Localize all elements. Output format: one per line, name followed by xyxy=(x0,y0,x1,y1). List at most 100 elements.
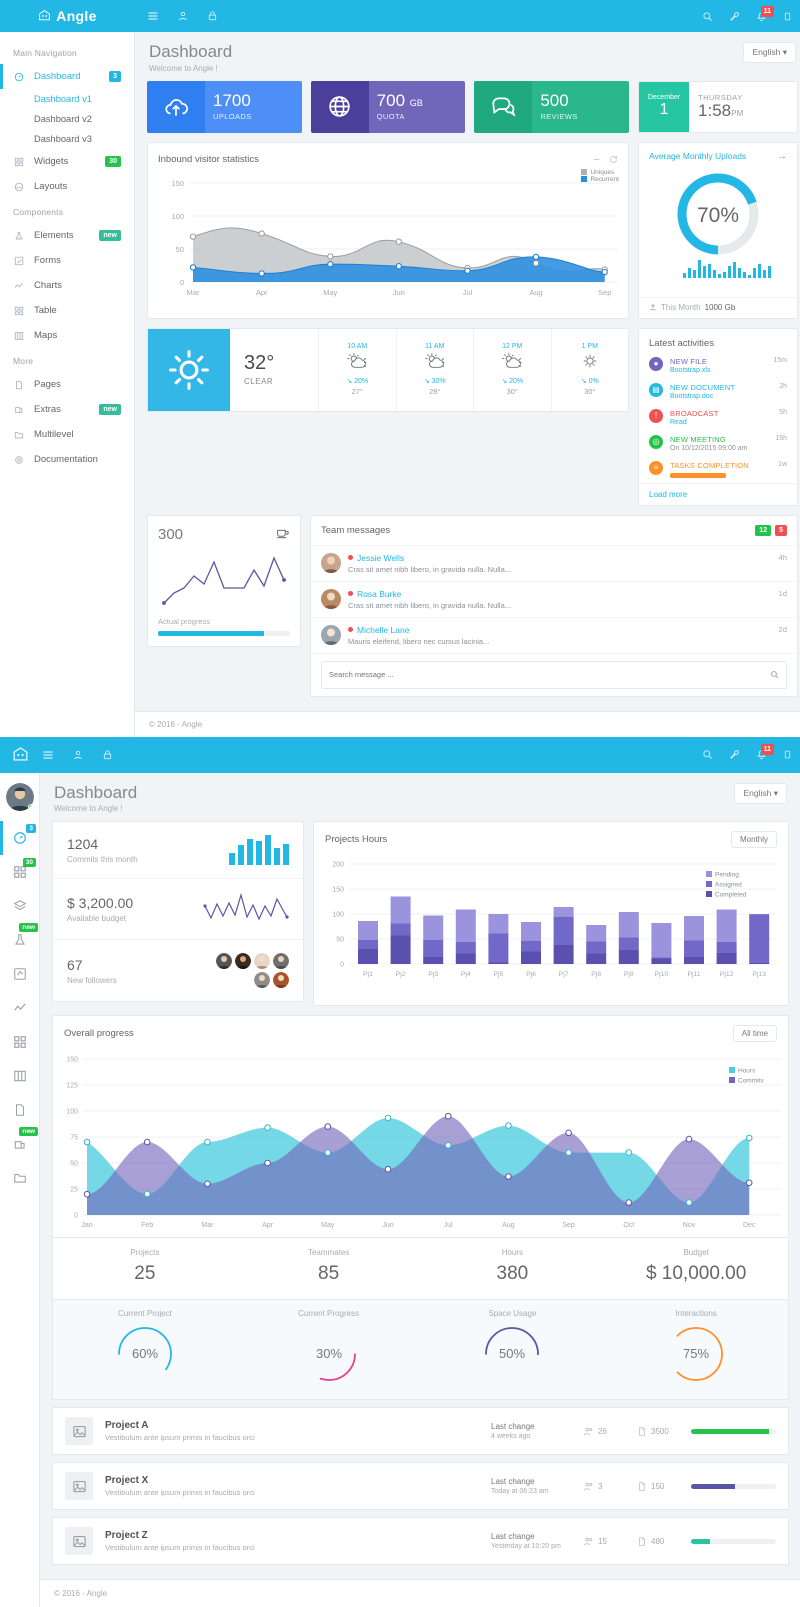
refresh-icon[interactable] xyxy=(609,151,618,169)
brand-logo-2[interactable] xyxy=(0,746,40,764)
sidebar-item-maps[interactable]: Maps xyxy=(0,323,134,348)
sidebar-item-dashboard-v3[interactable]: Dashboard v3 xyxy=(0,129,134,149)
search-icon[interactable] xyxy=(770,666,779,684)
fullscreen-icon[interactable] xyxy=(783,749,792,760)
aside-item-extras[interactable]: new xyxy=(0,1126,39,1161)
aside-item-forms[interactable] xyxy=(0,957,39,991)
sidebar-item-forms[interactable]: Forms xyxy=(0,248,134,273)
svg-text:Oct: Oct xyxy=(623,1222,634,1229)
bell-icon[interactable]: 11 xyxy=(756,744,774,760)
activity-item[interactable]: ≡ TASKS COMPLETION 1w xyxy=(639,457,797,483)
actual-progress-chart xyxy=(162,555,286,605)
hamburger-icon[interactable] xyxy=(42,749,54,761)
collapse-icon[interactable] xyxy=(592,151,601,169)
project-row[interactable]: Project A Vestibulum ante ipsum primis i… xyxy=(52,1407,789,1456)
sidebar-item-label: Extras xyxy=(34,404,61,415)
online-indicator xyxy=(27,803,34,810)
project-name: Project Z xyxy=(105,1530,148,1542)
project-row[interactable]: Project Z Vestibulum ante ipsum primis i… xyxy=(52,1517,789,1566)
sidebar-badge: 3 xyxy=(109,71,121,82)
clock-icon: ◎ xyxy=(649,434,663,449)
message-item[interactable]: Rosa Burke Cras sit amet nibh libero, in… xyxy=(311,580,797,617)
sidebar-item-charts[interactable]: Charts xyxy=(0,273,134,298)
sidebar-item-elements[interactable]: Elements new xyxy=(0,223,134,248)
fullscreen-icon[interactable] xyxy=(783,11,792,22)
svg-text:Pending: Pending xyxy=(715,872,739,879)
aside-item-pages[interactable] xyxy=(0,1093,39,1127)
page-header: Dashboard Welcome to Angle ! English ▾ xyxy=(135,32,800,81)
project-progress-bar xyxy=(691,1483,776,1489)
activity-item[interactable]: ▤ NEW DOCUMENT Bootstrap.doc 2h xyxy=(639,379,797,405)
image-placeholder-icon xyxy=(65,1472,93,1501)
forms-icon xyxy=(13,967,26,980)
stat-tile-reviews[interactable]: 500 REVIEWS xyxy=(474,80,630,133)
brand-logo[interactable]: Angle xyxy=(0,8,135,24)
load-more-link[interactable]: Load more xyxy=(639,482,797,505)
kpi-commits: 1204 Commits this month xyxy=(53,822,303,880)
stat-budget: Budget $ 10,000.00 xyxy=(645,1248,747,1285)
user-icon[interactable] xyxy=(72,749,84,761)
wrench-icon[interactable] xyxy=(729,11,740,22)
globe-icon xyxy=(310,80,369,133)
page-header-2: Dashboard Welcome to Angle ! English ▾ xyxy=(40,773,800,822)
sidebar-item-dashboard-v2[interactable]: Dashboard v2 xyxy=(0,109,134,129)
message-item[interactable]: Jessie Wells Cras sit amet nibh libero, … xyxy=(311,544,797,581)
svg-text:Pj8: Pj8 xyxy=(591,971,601,978)
stat-hours: Hours 380 xyxy=(496,1248,529,1285)
project-row[interactable]: Project X Vestibulum ante ipsum primis i… xyxy=(52,1462,789,1511)
search-icon[interactable] xyxy=(702,11,713,22)
svg-text:Pj7: Pj7 xyxy=(559,971,569,978)
hamburger-icon[interactable] xyxy=(147,10,159,22)
lock-icon[interactable] xyxy=(207,10,218,22)
aside-item-widgets[interactable]: 30 xyxy=(0,855,39,889)
weather-widget: 32° CLEAR 10 AM ↘ 20% 27° 11 AM ↘ 30% 28… xyxy=(147,327,629,412)
people-icon xyxy=(584,1537,593,1545)
overall-progress-panel: Overall progress All time 150 125 100 75 5 xyxy=(52,1015,789,1239)
activity-item[interactable]: ◎ NEW MEETING On 10/12/2015 09:00 am 15h xyxy=(639,431,797,457)
search-icon[interactable] xyxy=(702,749,713,760)
bell-icon[interactable]: 11 xyxy=(756,5,774,22)
wrench-icon[interactable] xyxy=(729,749,740,760)
svg-text:Pj6: Pj6 xyxy=(526,971,536,978)
sidebar-item-multilevel[interactable]: Multilevel xyxy=(0,422,134,447)
sidebar-item-layouts[interactable]: Layouts xyxy=(0,174,134,199)
stat-tile-quota[interactable]: 700 GB QUOTA xyxy=(310,80,466,133)
all-time-filter-button[interactable]: All time xyxy=(732,1025,777,1043)
svg-text:70%: 70% xyxy=(697,204,739,227)
sidebar-item-dashboard-v1[interactable]: Dashboard v1 xyxy=(0,89,134,109)
aside-item-dashboard[interactable]: 3 xyxy=(0,820,39,855)
lock-icon[interactable] xyxy=(102,749,113,761)
sidebar-item-documentation[interactable]: Documentation xyxy=(0,447,134,472)
weather-hour-2: 12 PM ↘ 20% 30° xyxy=(473,328,551,411)
aside-item-layouts[interactable] xyxy=(0,889,39,923)
sidebar-item-pages[interactable]: Pages xyxy=(0,372,134,397)
svg-text:25: 25 xyxy=(70,1187,78,1194)
message-item[interactable]: Michelle Lane Mauris eleifend, libero ne… xyxy=(311,616,797,653)
commits-bar-sparkline xyxy=(229,835,289,866)
sidebar-item-table[interactable]: Table xyxy=(0,298,134,323)
arrow-right-icon[interactable]: → xyxy=(777,151,787,162)
avatar[interactable] xyxy=(5,782,34,811)
chart-legend: Uniques Recurrent xyxy=(581,169,619,183)
sidebar-item-extras[interactable]: Extras new xyxy=(0,397,134,422)
people-icon xyxy=(584,1427,593,1435)
overall-progress-chart: 150125100 755025 0 Hours Commits Jan Feb… xyxy=(66,1057,781,1229)
sidebar-item-label: Table xyxy=(34,305,57,316)
aside-item-charts[interactable] xyxy=(0,991,39,1025)
avatar xyxy=(321,552,341,573)
activity-item[interactable]: ● NEW FILE Bootstrap.xls 15m xyxy=(639,353,797,379)
activity-item[interactable]: ! BROADCAST Read 5h xyxy=(639,405,797,431)
stat-tile-uploads[interactable]: 1700 UPLOADS xyxy=(147,80,302,133)
search-message-input[interactable] xyxy=(329,670,770,680)
user-icon[interactable] xyxy=(177,10,189,22)
aside-item-elements[interactable]: new xyxy=(0,922,39,957)
aside-item-maps[interactable] xyxy=(0,1059,39,1093)
monthly-filter-button[interactable]: Monthly xyxy=(730,831,777,849)
aside-item-table[interactable] xyxy=(0,1025,39,1059)
brand-name: Angle xyxy=(56,8,97,24)
sidebar-item-widgets[interactable]: Widgets 30 xyxy=(0,149,134,174)
sidebar-item-dashboard[interactable]: Dashboard 3 xyxy=(0,64,134,89)
language-dropdown[interactable]: English ▾ xyxy=(734,782,787,804)
aside-item-multilevel[interactable] xyxy=(0,1161,39,1195)
language-dropdown[interactable]: English ▾ xyxy=(743,42,796,63)
